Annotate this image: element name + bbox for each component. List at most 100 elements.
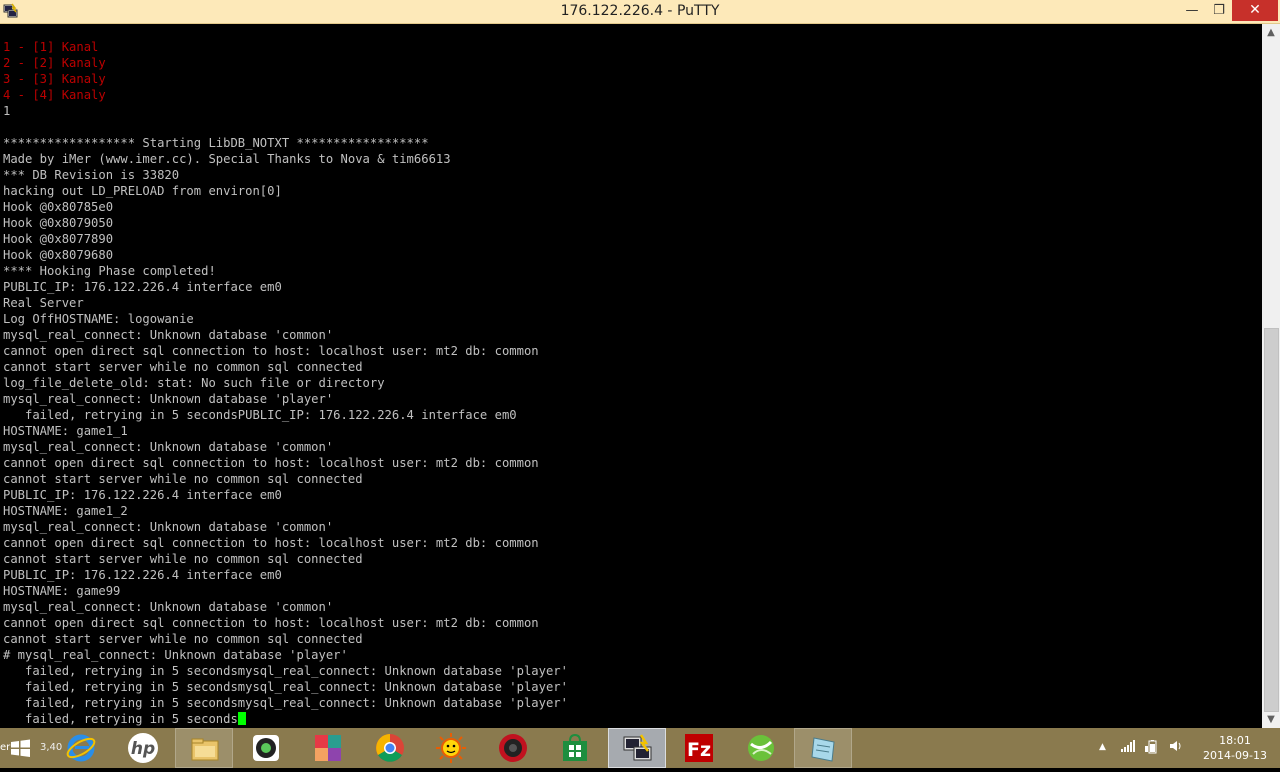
- terminal-line-text: ****************** Starting LibDB_NOTXT …: [3, 136, 429, 150]
- terminal-line: hacking out LD_PRELOAD from environ[0]: [3, 183, 568, 199]
- terminal-line: 3 - [3] Kanaly: [3, 71, 568, 87]
- terminal-output[interactable]: 1 - [1] Kanal 2 - [2] Kanaly 3 - [3] Kanal…: [0, 24, 1262, 728]
- taskbar-notes-app[interactable]: [794, 728, 852, 768]
- clock-time: 18:01: [1219, 734, 1251, 747]
- terminal-line: HOSTNAME: game1_2: [3, 503, 568, 519]
- volume-icon[interactable]: [1169, 740, 1183, 755]
- terminal-line: 4 - [4] Kanaly: [3, 87, 568, 103]
- show-hidden-icons-icon[interactable]: ▲: [1099, 742, 1106, 752]
- terminal-line: 1: [3, 103, 568, 119]
- taskbar-sun-app[interactable]: [422, 728, 480, 768]
- maximize-button[interactable]: ❐: [1204, 0, 1234, 21]
- terminal-line-text: Log OffHOSTNAME: logowanie: [3, 312, 194, 326]
- terminal-line-text: Made by iMer (www.imer.cc). Special Than…: [3, 152, 451, 166]
- terminal-line: failed, retrying in 5 secondsPUBLIC_IP: …: [3, 407, 568, 423]
- taskbar-green-app[interactable]: [732, 728, 790, 768]
- terminal-line: PUBLIC_IP: 176.122.226.4 interface em0: [3, 487, 568, 503]
- terminal-line-text: 1 - [1] Kanal: [3, 40, 99, 54]
- system-tray: ▲: [1095, 728, 1195, 768]
- terminal-line-text: mysql_real_connect: Unknown database 'pl…: [3, 392, 334, 406]
- terminal-line: cannot open direct sql connection to hos…: [3, 455, 568, 471]
- green-ball-icon: [748, 735, 774, 761]
- terminal-line: Hook @0x80785e0: [3, 199, 568, 215]
- terminal-line-text: cannot start server while no common sql …: [3, 632, 363, 646]
- terminal-line: Log OffHOSTNAME: logowanie: [3, 311, 568, 327]
- terminal-line-text: Hook @0x80785e0: [3, 200, 114, 214]
- terminal-line: *** DB Revision is 33820: [3, 167, 568, 183]
- vertical-scrollbar[interactable]: ▲ ▼: [1262, 24, 1280, 728]
- terminal-line: cannot start server while no common sql …: [3, 631, 568, 647]
- terminal-line-text: cannot open direct sql connection to hos…: [3, 616, 539, 630]
- terminal-line: failed, retrying in 5 secondsmysql_real_…: [3, 679, 568, 695]
- taskbar-media-app[interactable]: [484, 728, 542, 768]
- terminal-line-text: failed, retrying in 5 secondsPUBLIC_IP: …: [3, 408, 517, 422]
- taskbar-putty[interactable]: [608, 728, 666, 768]
- terminal-line: cannot open direct sql connection to hos…: [3, 343, 568, 359]
- battery-icon[interactable]: [1145, 740, 1161, 757]
- taskbar-hp[interactable]: hp: [114, 728, 172, 768]
- taskbar-filezilla[interactable]: Fz: [670, 728, 728, 768]
- taskbar-file-explorer[interactable]: [175, 728, 233, 768]
- terminal-line: Hook @0x8077890: [3, 231, 568, 247]
- terminal-line: # mysql_real_connect: Unknown database '…: [3, 647, 568, 663]
- scroll-thumb[interactable]: [1264, 328, 1279, 712]
- svg-text:Fz: Fz: [687, 739, 711, 761]
- close-button[interactable]: ✕: [1232, 0, 1278, 21]
- terminal-line-text: hacking out LD_PRELOAD from environ[0]: [3, 184, 282, 198]
- terminal-line: failed, retrying in 5 seconds: [3, 711, 568, 727]
- ie-icon: [66, 734, 96, 762]
- terminal-line-text: mysql_real_connect: Unknown database 'co…: [3, 440, 334, 454]
- terminal-line: Hook @0x8079050: [3, 215, 568, 231]
- terminal-line-text: HOSTNAME: game99: [3, 584, 121, 598]
- system-clock[interactable]: 18:01 2014-09-13: [1192, 733, 1278, 763]
- terminal-line-text: cannot open direct sql connection to hos…: [3, 456, 539, 470]
- taskbar-chrome[interactable]: [361, 728, 419, 768]
- terminal-line-text: cannot start server while no common sql …: [3, 472, 363, 486]
- media-icon: [499, 734, 527, 762]
- terminal-cursor: [237, 712, 246, 725]
- terminal-line: 1 - [1] Kanal: [3, 39, 568, 55]
- taskbar-puzzle-app[interactable]: [299, 728, 357, 768]
- terminal-line-text: Hook @0x8079680: [3, 248, 114, 262]
- taskbar-internet-explorer[interactable]: [52, 728, 110, 768]
- scroll-up-arrow[interactable]: ▲: [1262, 24, 1280, 41]
- start-button[interactable]: [0, 728, 40, 768]
- terminal-line-text: failed, retrying in 5 seconds: [3, 712, 238, 726]
- scroll-down-arrow[interactable]: ▼: [1262, 711, 1280, 728]
- terminal-line: log_file_delete_old: stat: No such file …: [3, 375, 568, 391]
- terminal-line-text: 3 - [3] Kanaly: [3, 72, 106, 86]
- terminal-line: mysql_real_connect: Unknown database 'co…: [3, 327, 568, 343]
- window-title: 176.122.226.4 - PuTTY: [560, 3, 720, 19]
- terminal-lines: 1 - [1] Kanal 2 - [2] Kanaly 3 - [3] Kanal…: [3, 39, 568, 727]
- sun-icon: [436, 733, 466, 763]
- terminal-line-text: failed, retrying in 5 secondsmysql_real_…: [3, 664, 568, 678]
- terminal-line: Hook @0x8079680: [3, 247, 568, 263]
- terminal-line-text: failed, retrying in 5 secondsmysql_real_…: [3, 680, 568, 694]
- terminal-line: mysql_real_connect: Unknown database 'pl…: [3, 391, 568, 407]
- terminal-line-text: 4 - [4] Kanaly: [3, 88, 106, 102]
- terminal-line-text: 2 - [2] Kanaly: [3, 56, 106, 70]
- filezilla-icon: Fz: [685, 734, 713, 762]
- terminal-line: mysql_real_connect: Unknown database 'co…: [3, 439, 568, 455]
- camera-icon: [253, 735, 279, 761]
- terminal-line-text: Hook @0x8079050: [3, 216, 114, 230]
- taskbar-camera-app[interactable]: [237, 728, 295, 768]
- terminal-line: PUBLIC_IP: 176.122.226.4 interface em0: [3, 279, 568, 295]
- terminal-line: Made by iMer (www.imer.cc). Special Than…: [3, 151, 568, 167]
- network-signal-icon[interactable]: [1121, 740, 1135, 755]
- taskbar: er 3,40 hp Fz ▲ 18:01 2014-09-13: [0, 728, 1280, 768]
- terminal-line: cannot open direct sql connection to hos…: [3, 615, 568, 631]
- minimize-button[interactable]: —: [1177, 0, 1207, 21]
- terminal-line: Real Server: [3, 295, 568, 311]
- terminal-line-text: cannot start server while no common sql …: [3, 360, 363, 374]
- taskbar-store[interactable]: [546, 728, 604, 768]
- terminal-line: mysql_real_connect: Unknown database 'co…: [3, 519, 568, 535]
- terminal-line-text: # mysql_real_connect: Unknown database '…: [3, 648, 348, 662]
- terminal-line-text: mysql_real_connect: Unknown database 'co…: [3, 520, 334, 534]
- terminal-line-text: PUBLIC_IP: 176.122.226.4 interface em0: [3, 568, 282, 582]
- terminal-line-text: cannot open direct sql connection to hos…: [3, 344, 539, 358]
- title-bar[interactable]: 176.122.226.4 - PuTTY — ❐ ✕: [0, 0, 1280, 24]
- terminal-line: mysql_real_connect: Unknown database 'co…: [3, 599, 568, 615]
- terminal-line-text: PUBLIC_IP: 176.122.226.4 interface em0: [3, 280, 282, 294]
